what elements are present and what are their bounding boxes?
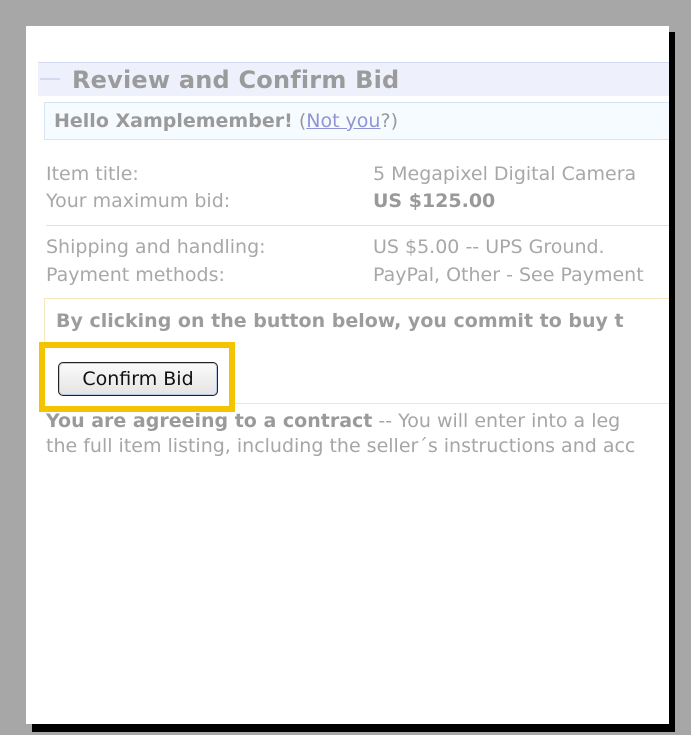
screenshot-frame: Review and Confirm Bid Hello Xamplemembe… <box>26 26 669 724</box>
item-title-label: Item title: <box>46 163 139 185</box>
page-content: Review and Confirm Bid Hello Xamplemembe… <box>26 26 669 724</box>
payment-label: Payment methods: <box>46 264 225 286</box>
divider <box>46 225 669 226</box>
not-you-close: ?) <box>380 110 398 132</box>
shipping-label: Shipping and handling: <box>46 236 266 258</box>
greeting: Hello Xamplemember! (Not you?) <box>54 110 398 132</box>
not-you-link[interactable]: Not you <box>306 110 380 132</box>
max-bid-label: Your maximum bid: <box>46 190 231 212</box>
confirm-bid-button[interactable]: Confirm Bid <box>58 362 218 396</box>
greeting-text: Hello Xamplemember! <box>54 110 293 132</box>
shipping-value: US $5.00 -- UPS Ground. <box>373 236 605 258</box>
commit-notice: By clicking on the button below, you com… <box>56 310 624 332</box>
item-title-value: 5 Megapixel Digital Camera <box>373 163 637 185</box>
agreement-bold: You are agreeing to a contract <box>46 410 373 432</box>
agreement-line-1: You are agreeing to a contract -- You wi… <box>46 410 620 432</box>
payment-value: PayPal, Other - See Payment <box>373 264 644 286</box>
agreement-line-2: the full item listing, including the sel… <box>46 435 636 457</box>
page-title: Review and Confirm Bid <box>72 66 400 94</box>
agreement-rest: -- You will enter into a leg <box>372 410 621 432</box>
max-bid-value: US $125.00 <box>373 190 496 212</box>
title-bar-decoration <box>40 78 60 80</box>
